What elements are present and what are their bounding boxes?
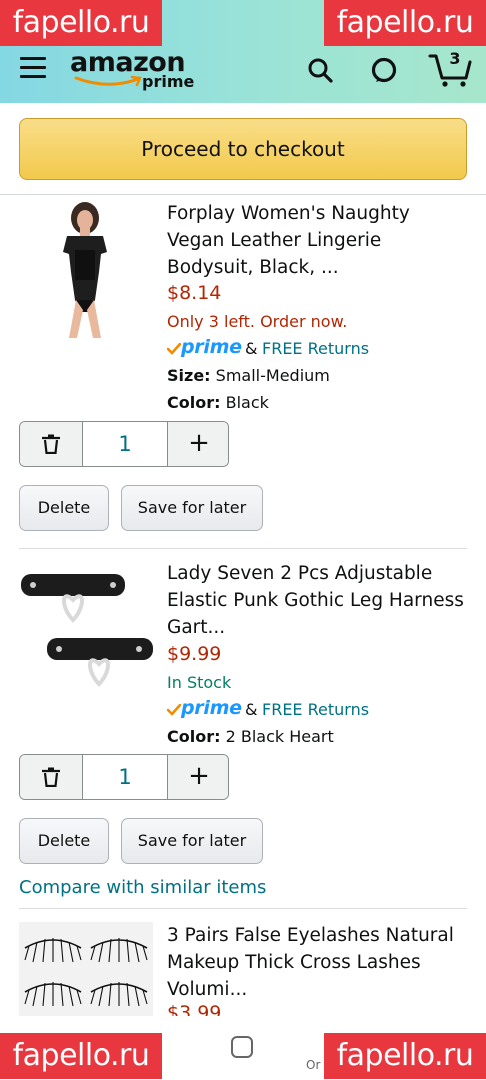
trash-icon: [42, 434, 60, 454]
item-color: Color: 2 Black Heart: [167, 727, 334, 746]
attr-value: 2 Black Heart: [225, 727, 334, 746]
smile-arrow-icon: [74, 75, 142, 87]
prime-badge-row: prime & FREE Returns: [167, 336, 467, 361]
item-price: $9.99: [167, 643, 222, 665]
product-image-leg-harness[interactable]: [17, 562, 157, 692]
cart-button[interactable]: 3: [428, 48, 472, 88]
search-icon[interactable]: [306, 56, 334, 84]
prime-check-icon: [167, 343, 181, 355]
quantity-stepper: 1 +: [19, 421, 229, 467]
prime-label: prime: [181, 336, 242, 358]
prime-amp: &: [245, 339, 258, 358]
watermark-bottom-right: fapello.ru: [324, 1033, 486, 1079]
attr-label: Color:: [167, 727, 221, 746]
nav-overlay-text: Or: [306, 1058, 321, 1072]
remove-quantity-button[interactable]: [20, 755, 83, 799]
delete-button[interactable]: Delete: [19, 485, 109, 531]
watermark-bottom-left: fapello.ru: [0, 1033, 162, 1079]
plus-icon[interactable]: +: [167, 755, 228, 799]
trash-icon: [42, 767, 60, 787]
menu-icon[interactable]: [20, 57, 46, 78]
item-divider: [19, 908, 467, 909]
prime-check-icon: [167, 704, 181, 716]
item-title[interactable]: Forplay Women's Naughty Vegan Leather Li…: [167, 200, 467, 281]
stock-status: Only 3 left. Order now.: [167, 312, 348, 331]
item-divider: [19, 548, 467, 549]
prime-label: prime: [181, 697, 242, 719]
attr-value: Small-Medium: [215, 366, 330, 385]
item-title[interactable]: Lady Seven 2 Pcs Adjustable Elastic Punk…: [167, 560, 467, 641]
quantity-value[interactable]: 1: [83, 422, 167, 466]
logo-prime-word: prime: [142, 72, 195, 91]
cart-count-badge: 3: [449, 49, 461, 68]
home-icon[interactable]: [231, 1036, 253, 1058]
item-title[interactable]: 3 Pairs False Eyelashes Natural Makeup T…: [167, 922, 467, 1003]
quantity-value[interactable]: 1: [83, 755, 167, 799]
attr-value: Black: [225, 393, 269, 412]
amazon-prime-logo[interactable]: amazon prime: [70, 47, 200, 93]
product-image-bodysuit[interactable]: [45, 200, 121, 340]
item-price: $8.14: [167, 282, 222, 304]
free-returns-link[interactable]: FREE Returns: [262, 339, 369, 358]
alexa-icon[interactable]: [370, 56, 398, 84]
section-divider: [0, 194, 486, 195]
prime-amp: &: [245, 700, 258, 719]
product-image-eyelashes[interactable]: [19, 922, 153, 1022]
quantity-stepper: 1 +: [19, 754, 229, 800]
watermark-top-left: fapello.ru: [0, 0, 162, 46]
plus-icon[interactable]: +: [167, 422, 228, 466]
prime-badge-row: prime & FREE Returns: [167, 697, 467, 722]
attr-label: Size:: [167, 366, 211, 385]
stock-status: In Stock: [167, 673, 232, 692]
remove-quantity-button[interactable]: [20, 422, 83, 466]
delete-button[interactable]: Delete: [19, 818, 109, 864]
item-color: Color: Black: [167, 393, 269, 412]
item-size: Size: Small-Medium: [167, 366, 330, 385]
attr-label: Color:: [167, 393, 221, 412]
save-for-later-button[interactable]: Save for later: [121, 818, 263, 864]
free-returns-link[interactable]: FREE Returns: [262, 700, 369, 719]
save-for-later-button[interactable]: Save for later: [121, 485, 263, 531]
watermark-top-right: fapello.ru: [324, 0, 486, 46]
proceed-to-checkout-button[interactable]: Proceed to checkout: [19, 118, 467, 180]
compare-similar-link[interactable]: Compare with similar items: [19, 877, 266, 898]
